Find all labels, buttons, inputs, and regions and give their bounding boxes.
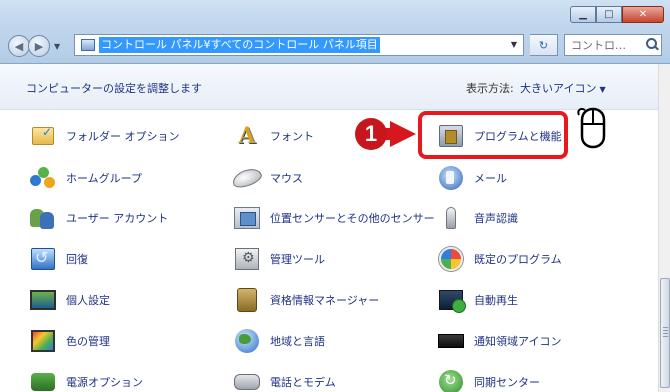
fonts-icon: A <box>238 123 256 149</box>
refresh-icon: ↻ <box>538 38 549 52</box>
recent-pages-dropdown-icon[interactable]: ▼ <box>54 42 60 51</box>
maximize-button[interactable]: □ <box>596 6 622 23</box>
control-panel-icon <box>81 39 95 51</box>
step-badge: 1 <box>355 118 387 150</box>
item-label[interactable]: 自動再生 <box>474 292 518 308</box>
mail-icon <box>436 164 466 192</box>
search-placeholder: コントロ… <box>571 39 626 52</box>
control-panel-window: ▁ □ ✕ ◀ ▶ ▼ コントロール パネル¥すべてのコントロール パネル項目 … <box>0 0 670 392</box>
search-icon[interactable] <box>646 38 657 49</box>
window-controls: ▁ □ ✕ <box>570 6 664 23</box>
view-by-dropdown[interactable]: 大きいアイコン ▼ <box>520 80 606 96</box>
homegroup-icon <box>28 164 58 192</box>
item-label[interactable]: フォルダー オプション <box>66 128 180 144</box>
search-box[interactable]: コントロ… <box>564 34 662 56</box>
credential-manager-icon <box>232 286 262 314</box>
highlight-box <box>418 111 568 159</box>
cp-item-region-language[interactable]: 地域と言語 <box>232 325 325 357</box>
cp-item-notification-area[interactable]: 通知領域アイコン <box>436 325 561 357</box>
cp-item-folder-options[interactable]: フォルダー オプション <box>28 120 180 152</box>
item-label[interactable]: 色の管理 <box>66 333 110 349</box>
item-label[interactable]: ユーザー アカウント <box>66 210 168 226</box>
location-sensors-icon <box>232 204 262 232</box>
cp-item-user-accounts[interactable]: ユーザー アカウント <box>28 202 168 234</box>
cp-item-speech-recognition[interactable]: 音声認識 <box>436 202 518 234</box>
address-text[interactable]: コントロール パネル¥すべてのコントロール パネル項目 <box>99 37 380 53</box>
refresh-button[interactable]: ↻ <box>530 34 558 56</box>
vertical-scrollbar[interactable] <box>658 64 670 392</box>
item-label[interactable]: 位置センサーとその他のセンサー <box>270 210 435 226</box>
minimize-button[interactable]: ▁ <box>570 6 596 23</box>
notification-area-icon <box>436 327 466 355</box>
item-label[interactable]: 音声認識 <box>474 210 518 226</box>
view-by-value[interactable]: 大きいアイコン <box>520 82 596 95</box>
grip-icon <box>663 327 668 337</box>
cp-item-autoplay[interactable]: 自動再生 <box>436 284 518 316</box>
item-label[interactable]: フォント <box>270 128 314 144</box>
cp-item-homegroup[interactable]: ホームグループ <box>28 162 142 194</box>
user-accounts-icon <box>28 204 58 232</box>
cp-item-power-options[interactable]: 電源オプション <box>28 366 143 392</box>
forward-arrow-icon: ▶ <box>34 39 44 53</box>
sync-center-icon <box>436 368 466 392</box>
cp-item-personalization[interactable]: 個人設定 <box>28 284 110 316</box>
page-title: コンピューターの設定を調整します <box>26 82 202 95</box>
region-language-icon <box>232 327 262 355</box>
title-bar: ▁ □ ✕ ◀ ▶ ▼ コントロール パネル¥すべてのコントロール パネル項目 … <box>0 0 670 64</box>
item-label[interactable]: メール <box>474 170 507 186</box>
close-button[interactable]: ✕ <box>622 6 664 23</box>
back-button[interactable]: ◀ <box>8 35 30 57</box>
cp-item-location-sensors[interactable]: 位置センサーとその他のセンサー <box>232 202 435 234</box>
pointer-arrow-icon <box>380 121 416 147</box>
admin-tools-icon <box>232 245 262 273</box>
content-header: コンピューターの設定を調整します 表示方法: 大きいアイコン ▼ <box>0 64 658 110</box>
mouse-click-icon <box>577 107 606 149</box>
item-label[interactable]: 電源オプション <box>66 374 143 390</box>
cp-item-sync-center[interactable]: 同期センター <box>436 366 540 392</box>
item-label[interactable]: 個人設定 <box>66 292 110 308</box>
cp-item-fonts[interactable]: A フォント <box>232 120 314 152</box>
item-label[interactable]: マウス <box>270 170 303 186</box>
item-label[interactable]: 管理ツール <box>270 251 325 267</box>
item-label[interactable]: 同期センター <box>474 374 540 390</box>
cp-item-phone-modem[interactable]: 電話とモデム <box>232 366 336 392</box>
autoplay-icon <box>436 286 466 314</box>
folder-options-icon <box>28 122 58 150</box>
item-label[interactable]: 資格情報マネージャー <box>270 292 379 308</box>
scrollbar-thumb[interactable] <box>660 278 670 388</box>
item-label[interactable]: ホームグループ <box>66 170 142 186</box>
default-programs-icon <box>436 245 466 273</box>
address-bar[interactable]: コントロール パネル¥すべてのコントロール パネル項目 ▼ <box>74 34 524 56</box>
cp-item-default-programs[interactable]: 既定のプログラム <box>436 243 562 275</box>
item-label[interactable]: 地域と言語 <box>270 333 325 349</box>
cp-item-admin-tools[interactable]: 管理ツール <box>232 243 325 275</box>
address-dropdown-icon[interactable]: ▼ <box>511 40 517 49</box>
chevron-down-icon[interactable]: ▼ <box>599 85 605 94</box>
item-label[interactable]: 通知領域アイコン <box>474 333 561 349</box>
cp-item-credential-manager[interactable]: 資格情報マネージャー <box>232 284 379 316</box>
cp-item-mail[interactable]: メール <box>436 162 507 194</box>
item-label[interactable]: 既定のプログラム <box>474 251 562 267</box>
speech-recognition-icon <box>436 204 466 232</box>
recovery-icon <box>28 245 58 273</box>
back-arrow-icon: ◀ <box>14 39 24 53</box>
mouse-icon <box>230 164 264 192</box>
color-management-icon <box>28 327 58 355</box>
phone-modem-icon <box>232 368 262 392</box>
personalization-icon <box>28 286 58 314</box>
item-label[interactable]: 電話とモデム <box>270 374 336 390</box>
cp-item-color-management[interactable]: 色の管理 <box>28 325 110 357</box>
navigation-row: ◀ ▶ ▼ コントロール パネル¥すべてのコントロール パネル項目 ▼ ↻ コン… <box>8 34 664 58</box>
power-options-icon <box>28 368 58 392</box>
view-by-label: 表示方法: <box>466 82 514 95</box>
forward-button[interactable]: ▶ <box>28 35 50 57</box>
item-label[interactable]: 回復 <box>66 251 88 267</box>
cp-item-recovery[interactable]: 回復 <box>28 243 88 275</box>
cp-item-mouse[interactable]: マウス <box>230 162 303 194</box>
